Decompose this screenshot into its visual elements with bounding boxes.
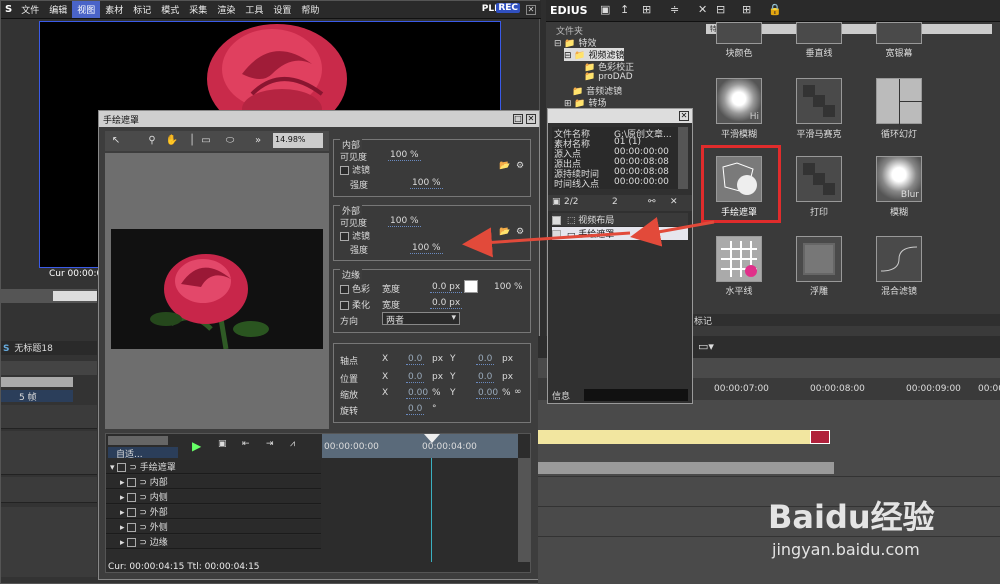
watermark-url: jingyan.baidu.com	[772, 540, 920, 559]
watermark-text: Baidu经验	[768, 498, 935, 536]
